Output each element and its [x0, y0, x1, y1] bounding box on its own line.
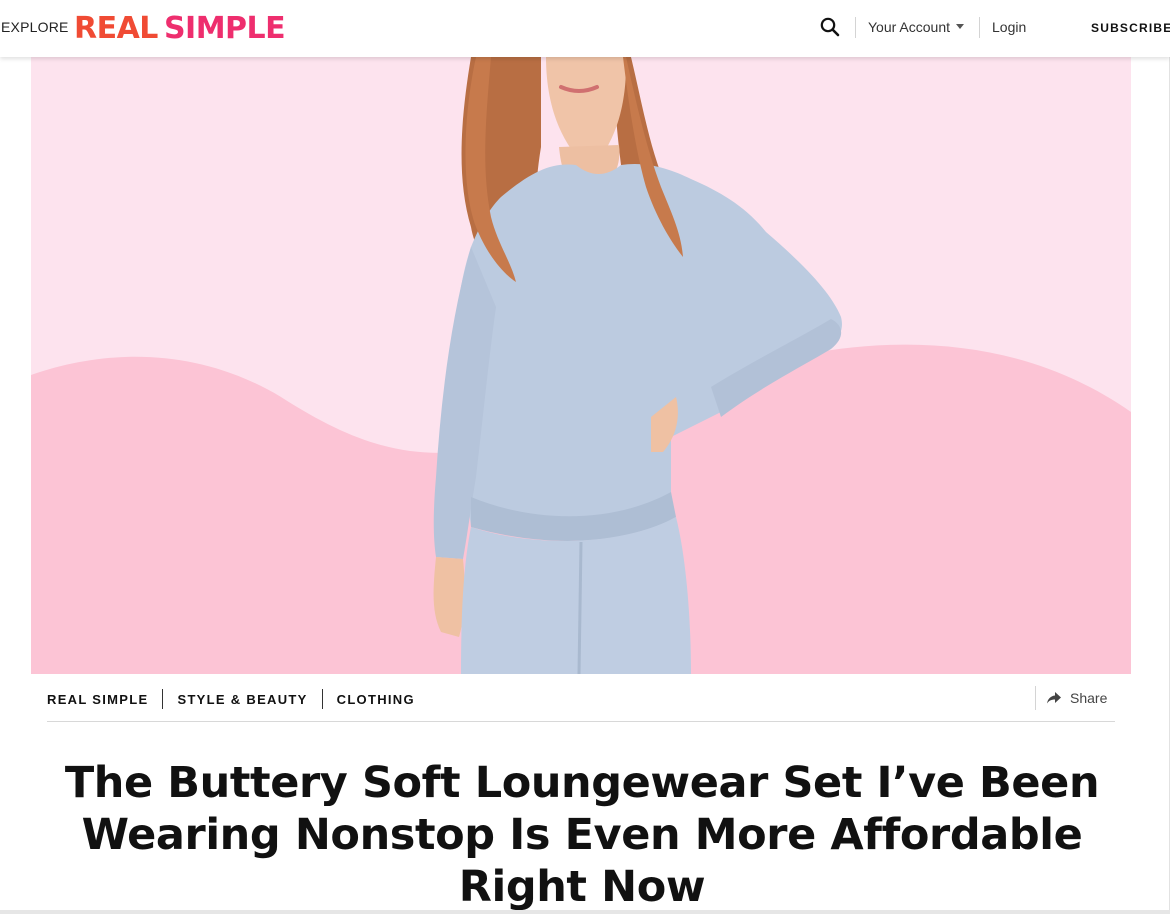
- search-icon[interactable]: [819, 16, 841, 38]
- breadcrumb: REAL SIMPLE STYLE & BEAUTY CLOTHING: [47, 689, 415, 709]
- breadcrumb-real-simple[interactable]: REAL SIMPLE: [47, 692, 148, 707]
- explore-menu-button[interactable]: EXPLORE: [1, 19, 69, 35]
- divider: [47, 721, 1115, 722]
- caret-down-icon: [956, 24, 964, 29]
- hero-image: [31, 57, 1131, 674]
- breadcrumb-clothing[interactable]: CLOTHING: [337, 692, 415, 707]
- logo-word-simple: SIMPLE: [163, 11, 286, 46]
- share-label: Share: [1070, 690, 1108, 706]
- article-title: The Buttery Soft Loungewear Set I’ve Bee…: [64, 758, 1100, 912]
- horizontal-scrollbar[interactable]: [0, 910, 1170, 914]
- subscribe-link[interactable]: SUBSCRIBE: [1091, 21, 1170, 35]
- hero-illustration: [31, 57, 1131, 674]
- your-account-label: Your Account: [868, 19, 950, 35]
- site-logo[interactable]: REAL SIMPLE: [74, 10, 286, 48]
- header-divider: [979, 17, 980, 38]
- share-arrow-icon: [1047, 692, 1061, 704]
- breadcrumb-divider: [321, 689, 323, 709]
- share-button[interactable]: Share: [1047, 690, 1107, 706]
- breadcrumb-divider: [162, 689, 164, 709]
- header-divider: [855, 17, 856, 38]
- your-account-dropdown[interactable]: Your Account: [868, 19, 964, 35]
- login-link[interactable]: Login: [992, 19, 1026, 35]
- share-divider: [1035, 686, 1036, 710]
- breadcrumb-style-beauty[interactable]: STYLE & BEAUTY: [177, 692, 307, 707]
- logo-word-real: REAL: [74, 11, 158, 46]
- site-header: EXPLORE REAL SIMPLE Your Account Login SU…: [0, 0, 1170, 57]
